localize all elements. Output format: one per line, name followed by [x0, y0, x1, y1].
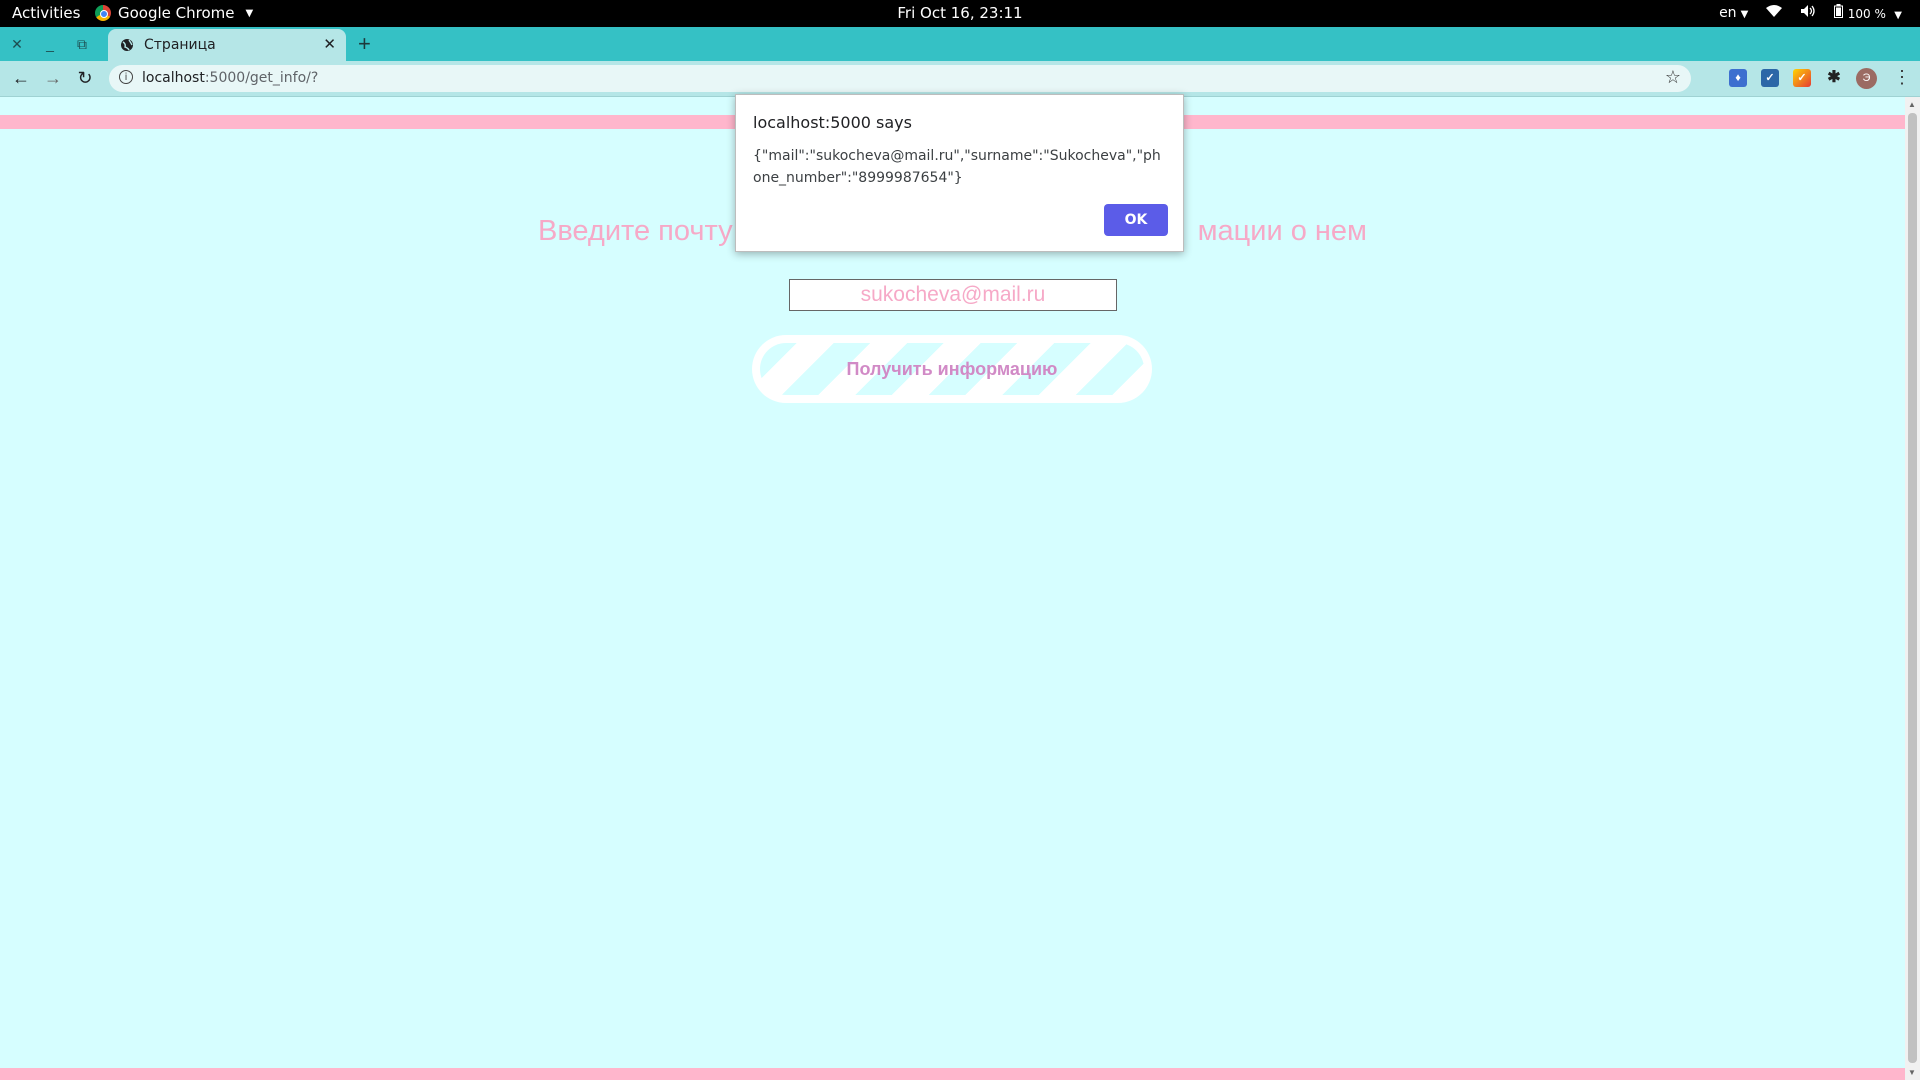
profile-avatar[interactable]: Э [1856, 68, 1877, 89]
url-text[interactable]: localhost:5000/get_info/? [142, 70, 318, 86]
ok-button[interactable]: OK [1104, 204, 1168, 236]
app-menu[interactable]: Google Chrome ▼ [95, 4, 253, 22]
globe-icon [121, 39, 133, 51]
extensions-puzzle-icon[interactable]: ✱ [1825, 69, 1843, 87]
system-top-bar: Activities Google Chrome ▼ Fri Oct 16, 2… [0, 0, 1920, 27]
extension-shield-icon[interactable]: ♦ [1729, 69, 1747, 87]
scroll-down-arrow-icon[interactable]: ▼ [1908, 1068, 1916, 1077]
bookmark-star-icon[interactable]: ☆ [1665, 67, 1681, 88]
address-bar[interactable]: i localhost:5000/get_info/? ☆ [109, 65, 1691, 92]
scroll-up-arrow-icon[interactable]: ▲ [1908, 100, 1916, 109]
forward-arrow-icon[interactable]: → [43, 68, 63, 88]
tab-active[interactable]: Страница ✕ [108, 29, 346, 61]
wifi-icon [1766, 4, 1783, 22]
email-input[interactable]: sukocheva@mail.ru [789, 279, 1117, 311]
language-indicator[interactable]: en ▼ [1719, 5, 1748, 21]
tab-strip: ✕ _ ⧉ Страница ✕ + [0, 27, 1920, 61]
chevron-down-icon: ▼ [1894, 10, 1902, 21]
chrome-icon [95, 5, 111, 21]
tab-title: Страница [144, 37, 216, 53]
volume-icon [1800, 4, 1816, 22]
page-scrollbar[interactable]: ▲ ▼ [1905, 97, 1920, 1080]
get-info-button[interactable]: Получить информацию [752, 335, 1152, 403]
tab-close-icon[interactable]: ✕ [323, 35, 336, 53]
activities-button[interactable]: Activities [12, 4, 80, 22]
info-icon[interactable]: i [119, 70, 133, 84]
window-restore-icon[interactable]: ⧉ [73, 35, 91, 53]
browser-toolbar: ← → ↻ i localhost:5000/get_info/? ☆ ♦ ✓ … [0, 61, 1920, 97]
dialog-title: localhost:5000 says [753, 113, 912, 132]
system-tray[interactable]: en ▼ 100 % ▼ [1719, 4, 1902, 22]
battery-icon [1834, 4, 1847, 22]
chrome-menu-icon[interactable]: ⋮ [1893, 67, 1911, 88]
scrollbar-thumb[interactable] [1908, 113, 1917, 1063]
new-tab-icon[interactable]: + [358, 31, 371, 57]
get-info-button-label: Получить информацию [846, 358, 1058, 379]
vk-extension-icon[interactable]: ✓ [1761, 69, 1779, 87]
clock[interactable]: Fri Oct 16, 23:11 [0, 4, 1920, 22]
chevron-down-icon: ▼ [245, 7, 254, 19]
chevron-down-icon: ▼ [1740, 9, 1749, 20]
window-close-icon[interactable]: ✕ [8, 35, 26, 53]
bottom-decorative-stripe [0, 1068, 1905, 1080]
battery-indicator: 100 % ▼ [1834, 4, 1902, 22]
app-name: Google Chrome [118, 4, 235, 22]
back-arrow-icon[interactable]: ← [11, 68, 31, 88]
extension-colorful-icon[interactable]: ✓ [1793, 69, 1811, 87]
alert-dialog: localhost:5000 says {"mail":"sukocheva@m… [735, 94, 1184, 252]
dialog-message: {"mail":"sukocheva@mail.ru","surname":"S… [753, 148, 1161, 186]
window-minimize-icon[interactable]: _ [41, 35, 59, 53]
reload-icon[interactable]: ↻ [75, 68, 95, 88]
